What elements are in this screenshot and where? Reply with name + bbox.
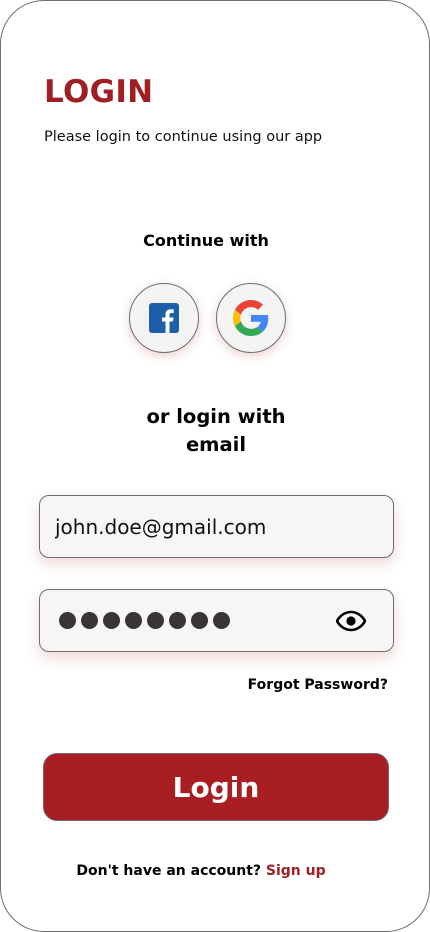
page-title: LOGIN <box>44 74 154 110</box>
password-dot <box>213 612 230 629</box>
google-icon <box>233 300 269 336</box>
signup-prompt: Don't have an account? <box>76 863 262 879</box>
toggle-password-visibility-button[interactable] <box>335 607 367 635</box>
email-divider-label: or login with email <box>146 405 286 456</box>
password-dot <box>59 612 76 629</box>
login-button[interactable]: Login <box>43 753 389 821</box>
signup-link[interactable]: Sign up <box>266 863 326 879</box>
password-dot <box>125 612 142 629</box>
password-dot <box>191 612 208 629</box>
eye-icon <box>336 610 366 632</box>
continue-with-label: Continue with <box>143 231 269 250</box>
password-dot <box>103 612 120 629</box>
google-login-button[interactable] <box>216 283 286 353</box>
signup-row: Don't have an account? Sign up <box>1 863 401 879</box>
email-field[interactable] <box>40 496 393 557</box>
forgot-password-link[interactable]: Forgot Password? <box>248 677 388 693</box>
password-mask <box>59 612 230 629</box>
password-dot <box>147 612 164 629</box>
password-dot <box>169 612 186 629</box>
facebook-icon <box>149 303 179 333</box>
password-dot <box>81 612 98 629</box>
facebook-login-button[interactable] <box>129 283 199 353</box>
phone-frame: LOGIN Please login to continue using our… <box>0 0 430 932</box>
page-subtitle: Please login to continue using our app <box>44 129 323 145</box>
email-field-container <box>39 495 394 558</box>
password-field[interactable] <box>39 589 394 652</box>
